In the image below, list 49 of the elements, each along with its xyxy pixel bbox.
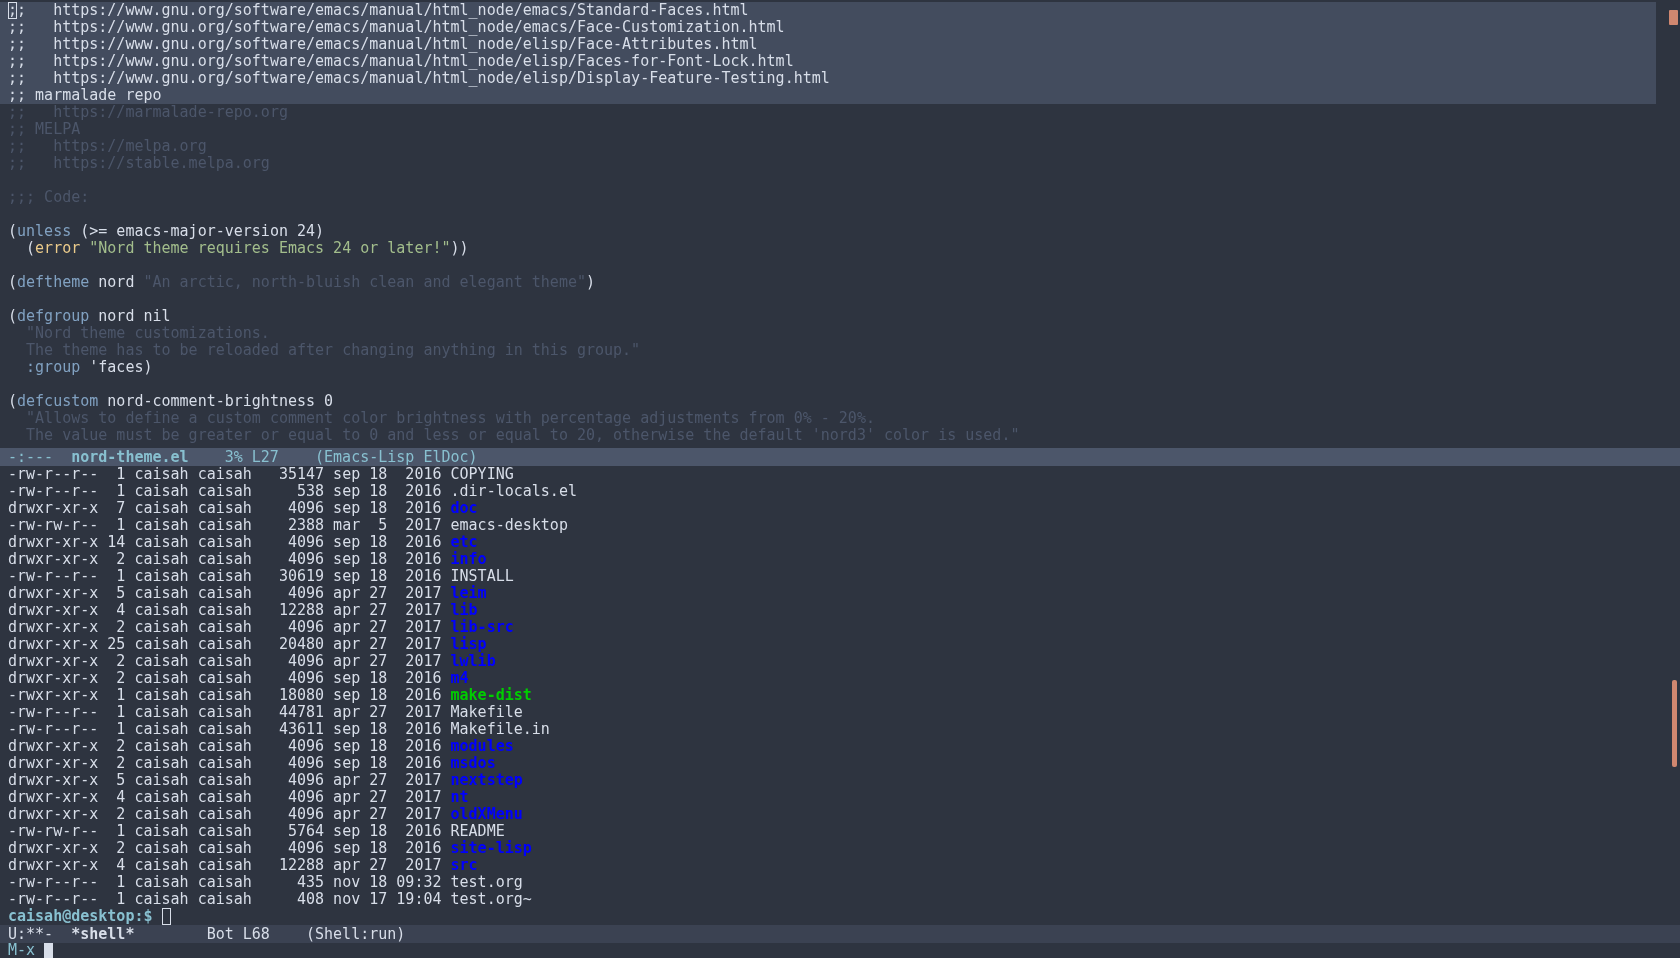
listing-line: drwxr-xr-x 5 caisah caisah 4096 apr 27 2017 leim: [8, 585, 487, 602]
buffer-name: *shell*: [71, 925, 135, 943]
listing-line: -rw-r--r-- 1 caisah caisah 44781 apr 27 2017 Makefile: [8, 704, 523, 721]
scrollbar-thumb[interactable]: [1672, 680, 1677, 767]
scrollbar-thumb[interactable]: [1669, 10, 1678, 25]
listing-line: drwxr-xr-x 25 caisah caisah 20480 apr 27 2017 lisp: [8, 636, 487, 653]
listing-line: drwxr-xr-x 7 caisah caisah 4096 sep 18 2016 doc: [8, 500, 478, 517]
listing-line: drwxr-xr-x 4 caisah caisah 12288 apr 27 2017 lib: [8, 602, 478, 619]
listing-line: -rw-r--r-- 1 caisah caisah 35147 sep 18 2016 COPYING: [8, 466, 514, 483]
buffer-state: -:---: [8, 448, 54, 466]
code-line: ;; https://www.gnu.org/software/emacs/manual/html_node/emacs/Face-Customization.html: [8, 19, 785, 36]
shell-prompt: caisah@desktop:$: [8, 908, 153, 925]
listing-line: drwxr-xr-x 14 caisah caisah 4096 sep 18 2016 etc: [8, 534, 478, 551]
code-line: ;; https://www.gnu.org/software/emacs/manual/html_node/elisp/Display-Feature-Testing.html: [8, 70, 830, 87]
listing-line: drwxr-xr-x 2 caisah caisah 4096 apr 27 2017 lib-src: [8, 619, 514, 636]
code-line: ;; marmalade repo: [8, 87, 162, 104]
buffer-position: Bot L68: [206, 925, 270, 943]
code-line: (defgroup nord nil: [8, 308, 171, 325]
listing-line: -rw-r--r-- 1 caisah caisah 43611 sep 18 2016 Makefile.in: [8, 721, 550, 738]
listing-line: drwxr-xr-x 4 caisah caisah 12288 apr 27 2017 src: [8, 857, 478, 874]
listing-line: -rw-rw-r-- 1 caisah caisah 5764 sep 18 2016 README: [8, 823, 505, 840]
listing-line: -rw-r--r-- 1 caisah caisah 435 nov 18 09:32 test.org: [8, 874, 523, 891]
code-line: ;; https://www.gnu.org/software/emacs/manual/html_node/elisp/Face-Attributes.html: [8, 36, 758, 53]
minibuffer-prompt: M-x: [8, 943, 36, 958]
listing-line: drwxr-xr-x 2 caisah caisah 4096 apr 27 2017 oldXMenu: [8, 806, 523, 823]
code-line: (defcustom nord-comment-brightness 0: [8, 393, 334, 410]
listing-line: -rwxr-xr-x 1 caisah caisah 18080 sep 18 2016 make-dist: [8, 687, 532, 704]
listing-line: drwxr-xr-x 2 caisah caisah 4096 sep 18 2016 site-lisp: [8, 840, 532, 857]
buffer-name: nord-theme.el: [71, 448, 189, 466]
listing-line: drwxr-xr-x 2 caisah caisah 4096 sep 18 2016 info: [8, 551, 487, 568]
code-line: :group 'faces): [25, 359, 153, 376]
buffer-position: 3% L27: [224, 448, 279, 466]
code-line: ;; https://www.gnu.org/software/emacs/manual/html_node/emacs/Standard-Faces.html: [8, 2, 749, 19]
major-mode: (Emacs-Lisp ElDoc): [315, 448, 478, 466]
code-line: ;; https://www.gnu.org/software/emacs/manual/html_node/elisp/Faces-for-Font-Lock.html: [8, 53, 794, 70]
listing-line: drwxr-xr-x 2 caisah caisah 4096 sep 18 2016 modules: [8, 738, 514, 755]
listing-line: -rw-r--r-- 1 caisah caisah 538 sep 18 2016 .dir-locals.el: [8, 483, 577, 500]
listing-line: drwxr-xr-x 2 caisah caisah 4096 apr 27 2017 lwlib: [8, 653, 496, 670]
listing-line: drwxr-xr-x 2 caisah caisah 4096 sep 18 2016 m4: [8, 670, 469, 687]
listing-line: -rw-rw-r-- 1 caisah caisah 2388 mar 5 2017 emacs-desktop: [8, 517, 568, 534]
major-mode: (Shell:run): [306, 925, 406, 943]
listing-line: drwxr-xr-x 5 caisah caisah 4096 apr 27 2017 nextstep: [8, 772, 523, 789]
listing-line: -rw-r--r-- 1 caisah caisah 408 nov 17 19:04 test.org~: [8, 891, 532, 908]
listing-line: -rw-r--r-- 1 caisah caisah 30619 sep 18 2016 INSTALL: [8, 568, 514, 585]
listing-line: drwxr-xr-x 4 caisah caisah 4096 apr 27 2017 nt: [8, 789, 469, 806]
buffer-state: U:**-: [8, 925, 54, 943]
code-line: (error "Nord theme requires Emacs 24 or later!")): [25, 240, 469, 257]
code-line: (unless (>= emacs-major-version 24): [8, 223, 325, 240]
listing-line: drwxr-xr-x 2 caisah caisah 4096 sep 18 2016 msdos: [8, 755, 496, 772]
